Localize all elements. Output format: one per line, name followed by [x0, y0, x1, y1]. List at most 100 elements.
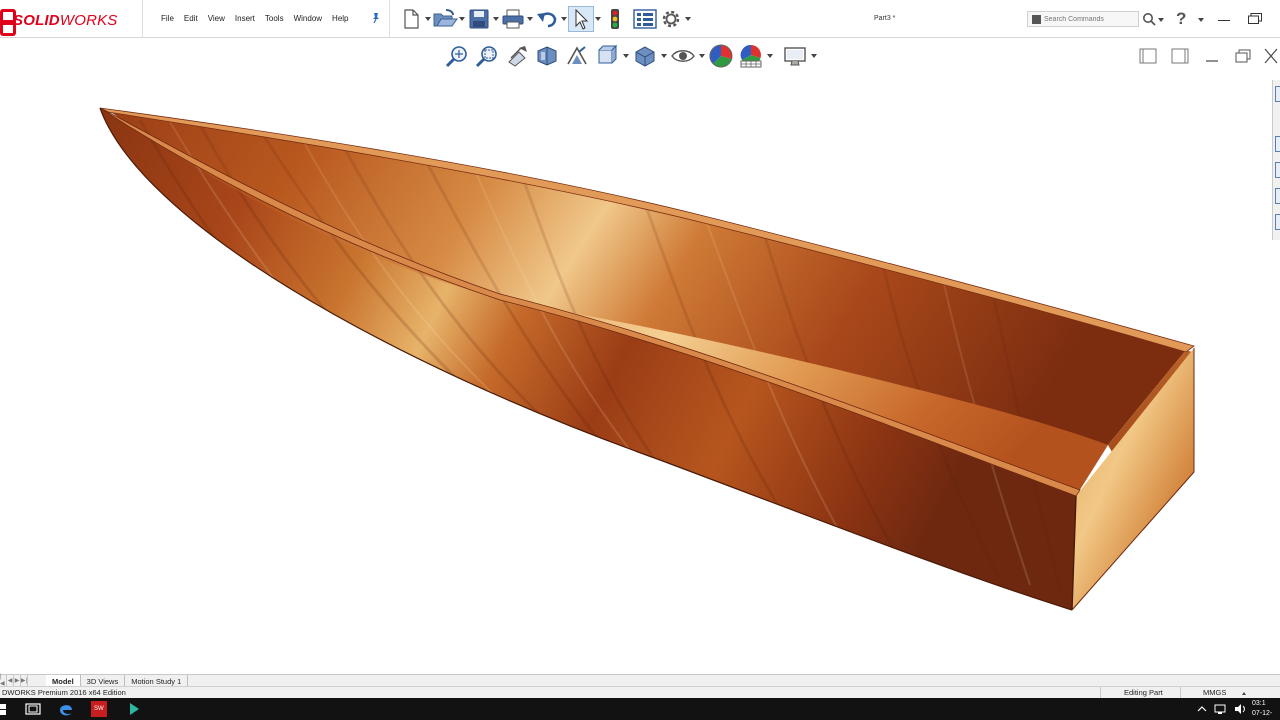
apply-scene-button[interactable]: [736, 43, 766, 69]
task-view-icon[interactable]: [25, 701, 41, 717]
menu-edit[interactable]: Edit: [179, 12, 203, 25]
tab-prev-icon[interactable]: ◀: [7, 675, 14, 686]
tab-motion-study[interactable]: Motion Study 1: [125, 675, 189, 686]
apply-scene-dropdown[interactable]: [766, 43, 774, 69]
undo-button[interactable]: [534, 6, 560, 32]
menu-help[interactable]: Help: [327, 12, 353, 25]
help-icon[interactable]: ?: [1176, 9, 1186, 29]
tab-last-icon[interactable]: ▶|: [21, 675, 28, 686]
windows-taskbar: SW 03:1 07-12-: [0, 698, 1280, 720]
hide-show-items-dropdown[interactable]: [698, 43, 706, 69]
select-dropdown[interactable]: [594, 6, 602, 32]
task-pane-tab-appearances[interactable]: [1275, 214, 1280, 230]
save-button[interactable]: [466, 6, 492, 32]
viewport-close-icon[interactable]: [1262, 48, 1280, 64]
display-style-dropdown[interactable]: [660, 43, 668, 69]
new-button[interactable]: [398, 6, 424, 32]
select-button[interactable]: [568, 6, 594, 32]
network-icon[interactable]: [1214, 703, 1226, 715]
dynamic-annotation-button[interactable]: [562, 43, 592, 69]
restore-icon[interactable]: [1248, 13, 1262, 24]
task-pane-tab-view-palette[interactable]: [1275, 188, 1280, 204]
open-button[interactable]: [432, 6, 458, 32]
section-view-button[interactable]: [532, 43, 562, 69]
save-dropdown[interactable]: [492, 6, 500, 32]
options-dropdown[interactable]: [684, 6, 692, 32]
section-view-icon: [537, 46, 557, 66]
task-pane-tab-design-library[interactable]: [1275, 136, 1280, 152]
previous-view-icon: [508, 46, 527, 67]
minimize-icon[interactable]: [1218, 20, 1230, 21]
clock-time: 03:1: [1252, 700, 1266, 707]
zoom-to-fit-button[interactable]: [442, 43, 472, 69]
help-dropdown[interactable]: [1198, 18, 1204, 22]
task-pane-tab-file-explorer[interactable]: [1275, 162, 1280, 178]
file-properties-icon: [633, 9, 657, 29]
edit-appearance-button[interactable]: [706, 43, 736, 69]
search-commands[interactable]: [1027, 11, 1139, 27]
view-settings-dropdown[interactable]: [810, 43, 818, 69]
status-bar: DWORKS Premium 2016 x64 Edition Editing …: [0, 686, 1280, 699]
zoom-to-area-button[interactable]: [472, 43, 502, 69]
divider: [142, 0, 143, 38]
menu-view[interactable]: View: [203, 12, 230, 25]
file-properties-button[interactable]: [632, 6, 658, 32]
tab-first-icon[interactable]: |◀: [0, 674, 7, 687]
task-pane-tabs: [1272, 80, 1280, 240]
standard-toolbar: [398, 6, 692, 32]
print-button[interactable]: [500, 6, 526, 32]
tray-arrow-icon[interactable]: [1196, 703, 1208, 715]
menu-file[interactable]: File: [156, 12, 179, 25]
viewport-restore-icon[interactable]: [1234, 48, 1252, 64]
view-orientation-button[interactable]: [592, 43, 622, 69]
start-menu-icon[interactable]: [0, 701, 16, 717]
logo-text-light: WORKS: [59, 11, 118, 29]
search-dropdown[interactable]: [1158, 18, 1164, 22]
search-input[interactable]: [1044, 15, 1136, 23]
svg-text:SW: SW: [94, 706, 104, 712]
view-orientation-dropdown[interactable]: [622, 43, 630, 69]
hide-show-items-button[interactable]: [668, 43, 698, 69]
menu-insert[interactable]: Insert: [230, 12, 260, 25]
print-dropdown[interactable]: [526, 6, 534, 32]
print-icon: [502, 9, 524, 29]
unit-system-dropdown-icon[interactable]: [1242, 692, 1246, 695]
viewport-minimize-icon[interactable]: [1203, 48, 1221, 64]
undo-dropdown[interactable]: [560, 6, 568, 32]
undo-icon: [537, 12, 557, 28]
new-dropdown[interactable]: [424, 6, 432, 32]
rebuild-button[interactable]: [602, 6, 628, 32]
open-dropdown[interactable]: [458, 6, 466, 32]
display-style-button[interactable]: [630, 43, 660, 69]
graphics-area[interactable]: x: [0, 72, 1272, 674]
edge-browser-icon[interactable]: [58, 701, 74, 717]
menu-tools[interactable]: Tools: [260, 12, 289, 25]
previous-view-button[interactable]: [502, 43, 532, 69]
clock-date: 07-12-: [1252, 710, 1273, 717]
document-title: Part3 *: [874, 15, 896, 22]
menu-window[interactable]: Window: [289, 12, 327, 25]
system-clock[interactable]: 03:1 07-12-: [1252, 699, 1272, 719]
options-icon: [662, 10, 680, 28]
search-icon[interactable]: [1142, 12, 1156, 26]
viewport-split-left-icon[interactable]: [1139, 48, 1157, 64]
solidworks-window: SOLIDWORKS File Edit View Insert Tools W…: [0, 0, 1280, 720]
unit-system[interactable]: MMGS: [1203, 688, 1226, 697]
tab-3d-views[interactable]: 3D Views: [80, 675, 126, 686]
options-button[interactable]: [658, 6, 684, 32]
wooden-boat-model[interactable]: [0, 72, 1272, 674]
view-settings-button[interactable]: [780, 43, 810, 69]
pin-menu-icon[interactable]: [371, 12, 381, 24]
volume-icon[interactable]: [1234, 703, 1246, 715]
menu-bar: File Edit View Insert Tools Window Help: [156, 12, 354, 25]
task-pane-tab-resources[interactable]: [1275, 86, 1280, 102]
viewport-split-right-icon[interactable]: [1171, 48, 1189, 64]
status-mode: Editing Part: [1124, 688, 1163, 697]
app-taskbar-icon[interactable]: [126, 701, 142, 717]
solidworks-logo[interactable]: SOLIDWORKS: [0, 6, 118, 36]
tab-model[interactable]: Model: [46, 675, 81, 686]
logo-text: SOLIDWORKS: [13, 12, 118, 29]
zoom-to-area-icon: [475, 46, 497, 68]
solidworks-taskbar-icon[interactable]: SW: [91, 701, 107, 717]
open-icon: [433, 9, 458, 27]
